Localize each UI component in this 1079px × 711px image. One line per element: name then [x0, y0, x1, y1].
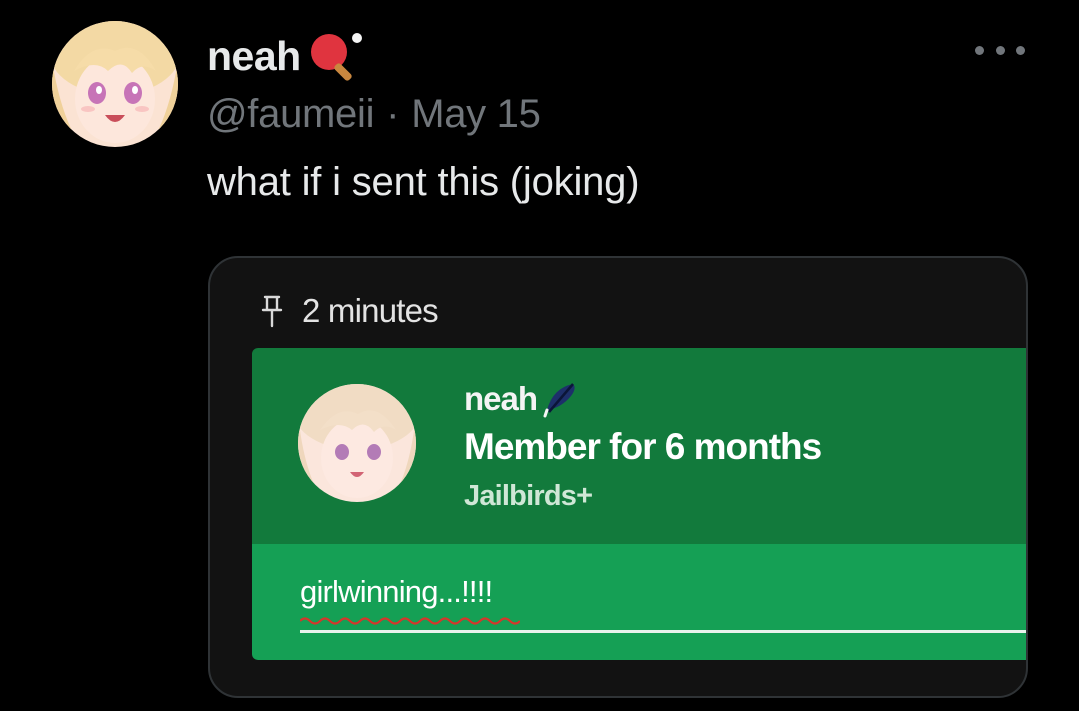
- more-dots-icon[interactable]: [975, 38, 1025, 62]
- ping-pong-icon: [310, 33, 362, 81]
- tweet-text: what if i sent this (joking): [207, 160, 640, 204]
- user-handle[interactable]: @faumeii: [207, 92, 374, 136]
- meta-separator: ·: [386, 92, 400, 136]
- pin-label: 2 minutes: [302, 292, 439, 329]
- member-name: neah: [464, 380, 538, 417]
- member-panel: neah Member for 6 months Jailbirds+ girl…: [252, 348, 1026, 660]
- message-input: girlwinning...!!!!: [300, 574, 493, 609]
- spellcheck-squiggle: [300, 617, 520, 625]
- tweet[interactable]: neah @faumeii · May 15 what if i sent this…: [0, 0, 1079, 711]
- display-name[interactable]: neah: [207, 33, 301, 80]
- tweet-media-image[interactable]: 2 minutes neah Member for 6 months Jailb…: [208, 256, 1028, 698]
- member-duration: Member for 6 months: [464, 426, 822, 467]
- pinned-row: 2 minutes: [260, 292, 439, 330]
- tweet-date[interactable]: May 15: [411, 92, 541, 136]
- profile-avatar[interactable]: [52, 21, 178, 147]
- member-name-row: neah: [464, 380, 579, 418]
- input-underline: [300, 630, 1026, 633]
- member-avatar: [298, 384, 416, 502]
- member-role: Jailbirds+: [464, 480, 593, 512]
- tweet-meta: @faumeii · May 15: [207, 92, 541, 137]
- feather-icon: [543, 383, 575, 418]
- display-name-row[interactable]: neah: [207, 28, 367, 84]
- pin-icon: [261, 295, 283, 328]
